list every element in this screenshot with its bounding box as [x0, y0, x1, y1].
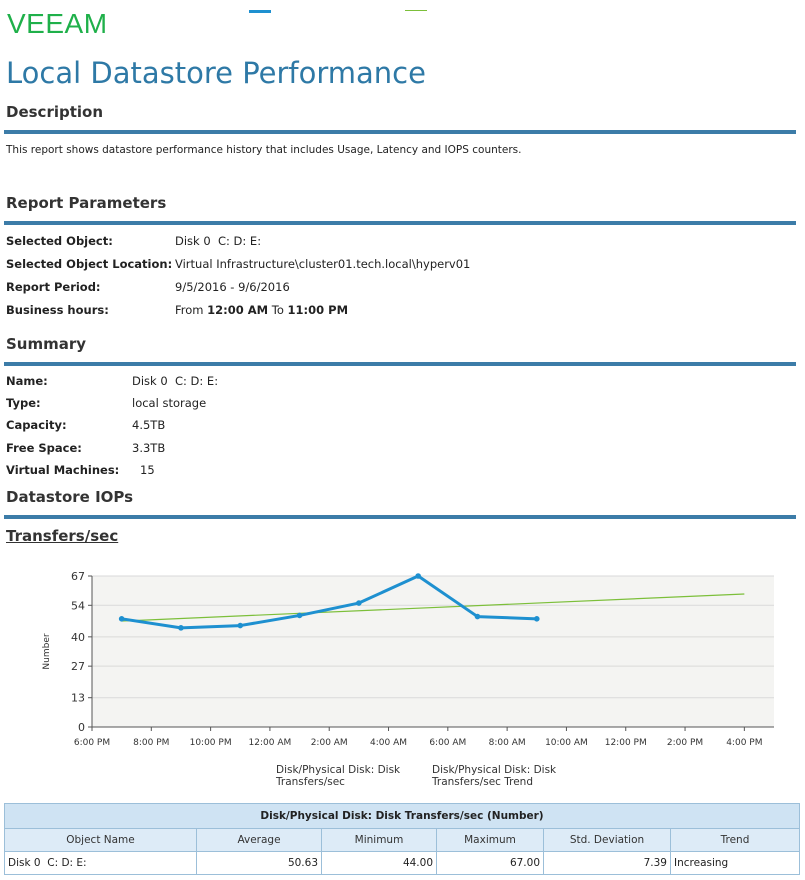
column-header-std-deviation: Std. Deviation [543, 828, 671, 852]
column-header-object-name: Object Name [4, 828, 197, 852]
x-tick-label: 2:00 PM [667, 738, 703, 748]
x-tick-label: 12:00 PM [605, 738, 647, 748]
page-title: Local Datastore Performance [6, 56, 426, 90]
transfers-subheading: Transfers/sec [6, 527, 119, 545]
summary-type-value: local storage [132, 396, 207, 410]
iops-divider [4, 515, 796, 519]
business-hours-value: From 12:00 AM To 11:00 PM [175, 303, 348, 317]
parameters-divider [4, 221, 796, 225]
x-tick-label: 12:00 AM [249, 738, 292, 748]
summary-type-label: Type: [6, 396, 41, 410]
column-header-average: Average [196, 828, 322, 852]
location-value: Virtual Infrastructure\cluster01.tech.lo… [175, 257, 471, 271]
summary-vms-value: 15 [140, 463, 155, 477]
legend-label-trend: Disk/Physical Disk: Disk Transfers/sec T… [432, 764, 557, 788]
transfers-data-point [415, 573, 421, 579]
x-tick-label: 4:00 PM [726, 738, 762, 748]
column-header-trend: Trend [670, 828, 800, 852]
hours-to-word: To [271, 303, 284, 317]
summary-name-value: Disk 0 C: D: E: [132, 374, 219, 388]
x-tick-label: 10:00 PM [190, 738, 232, 748]
plot-area [92, 576, 774, 727]
selected-object-label: Selected Object: [6, 234, 113, 248]
transfers-stats-table: Disk/Physical Disk: Disk Transfers/sec (… [4, 803, 800, 875]
hours-from-word: From [175, 303, 204, 317]
y-tick-label: 40 [71, 631, 85, 644]
transfers-data-point [296, 612, 303, 619]
legend-swatch-transfers [249, 10, 271, 13]
y-tick-label: 54 [71, 599, 85, 612]
table-row: Disk 0 C: D: E: 50.63 44.00 67.00 7.39 I… [4, 851, 800, 875]
business-hours-label: Business hours: [6, 303, 109, 317]
x-tick-label: 10:00 AM [545, 738, 588, 748]
y-tick-label: 27 [71, 660, 85, 673]
x-tick-label: 2:00 AM [311, 738, 348, 748]
column-header-minimum: Minimum [321, 828, 437, 852]
parameters-heading: Report Parameters [6, 194, 167, 212]
cell-std-deviation: 7.39 [543, 851, 671, 875]
x-tick-label: 6:00 PM [74, 738, 110, 748]
transfers-line-chart: 0 13 27 40 54 67 6:00 PM 8:00 PM 10:00 PM 12:00 A… [42, 570, 774, 748]
cell-maximum: 67.00 [436, 851, 544, 875]
description-heading: Description [6, 103, 104, 121]
cell-minimum: 44.00 [321, 851, 437, 875]
report-period-value: 9/5/2016 - 9/6/2016 [175, 280, 290, 294]
hours-end: 11:00 PM [287, 303, 349, 317]
y-tick-label: 67 [71, 570, 85, 583]
cell-object-name: Disk 0 C: D: E: [4, 851, 197, 875]
cell-trend: Increasing [670, 851, 800, 875]
hours-start: 12:00 AM [207, 303, 269, 317]
transfers-data-point [474, 613, 481, 620]
transfers-data-point [237, 622, 244, 629]
selected-object-value: Disk 0 C: D: E: [175, 234, 262, 248]
summary-capacity-label: Capacity: [6, 418, 67, 432]
iops-heading: Datastore IOPs [6, 488, 134, 506]
location-label: Selected Object Location: [6, 257, 173, 271]
x-tick-label: 4:00 AM [370, 738, 407, 748]
x-tick-label: 8:00 AM [489, 738, 526, 748]
legend-swatch-trend [405, 10, 427, 11]
column-header-maximum: Maximum [436, 828, 544, 852]
description-text: This report shows datastore performance … [6, 144, 522, 156]
summary-capacity-value: 4.5TB [132, 418, 166, 432]
table-caption: Disk/Physical Disk: Disk Transfers/sec (… [4, 803, 800, 829]
transfers-data-point [356, 600, 362, 606]
legend-label-transfers: Disk/Physical Disk: Disk Transfers/sec [276, 764, 401, 788]
veeam-logo: VEEAM [7, 8, 108, 39]
transfers-data-point [533, 616, 540, 622]
x-tick-label: 8:00 PM [133, 738, 169, 748]
x-tick-label: 6:00 AM [429, 738, 466, 748]
summary-heading: Summary [6, 335, 87, 353]
description-divider [4, 130, 796, 134]
transfers-data-point [118, 616, 125, 622]
cell-average: 50.63 [196, 851, 322, 875]
summary-free-space-value: 3.3TB [132, 441, 166, 455]
y-axis-label: Number [42, 633, 52, 669]
summary-divider [4, 362, 796, 366]
report-period-label: Report Period: [6, 280, 101, 294]
y-tick-label: 0 [78, 721, 85, 734]
transfers-data-point [178, 625, 184, 631]
summary-name-label: Name: [6, 374, 48, 388]
summary-free-space-label: Free Space: [6, 441, 82, 455]
summary-vms-label: Virtual Machines: [6, 463, 120, 477]
y-tick-label: 13 [71, 692, 85, 705]
